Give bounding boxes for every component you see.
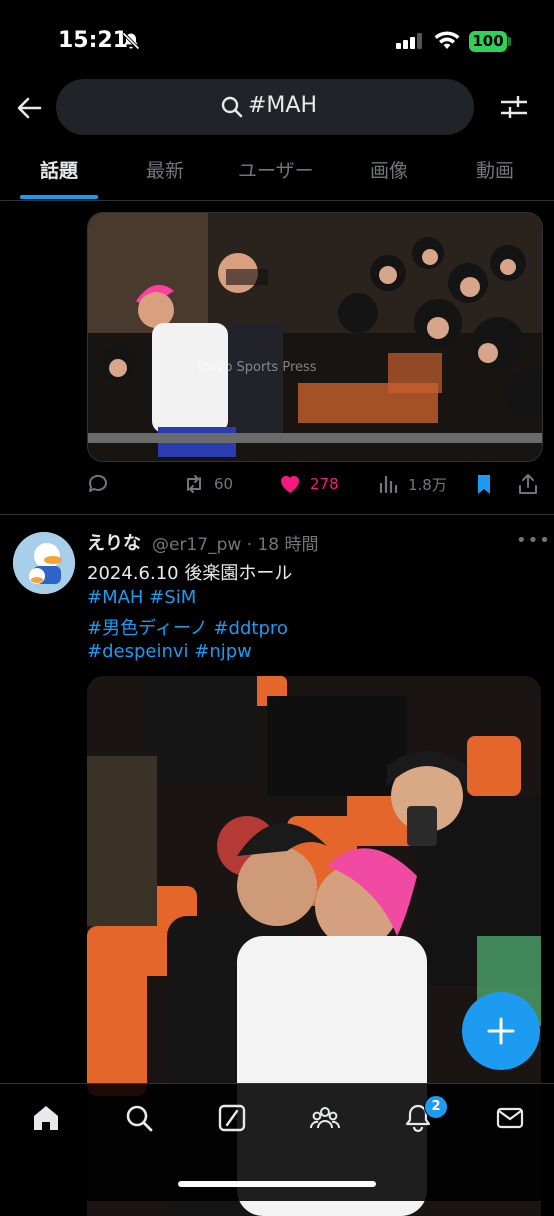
notification-badge: 2 bbox=[424, 1095, 448, 1119]
bar-chart-icon bbox=[379, 475, 398, 494]
home-icon[interactable] bbox=[30, 1102, 62, 1134]
communities-icon[interactable] bbox=[309, 1102, 341, 1134]
share-icon bbox=[519, 474, 537, 494]
bookmark-icon bbox=[478, 475, 490, 494]
avatar-image bbox=[13, 532, 75, 594]
hashtag-line[interactable]: #男色ディーノ #ddtpro bbox=[87, 614, 288, 640]
post-image[interactable]: Tokyo Sports Press bbox=[87, 212, 543, 462]
retweet-icon bbox=[187, 475, 201, 493]
reply-button[interactable] bbox=[86, 470, 118, 498]
clock: 15:21 bbox=[58, 28, 129, 53]
tab-latest[interactable]: 最新 bbox=[146, 156, 184, 183]
filter-settings-icon[interactable] bbox=[498, 92, 530, 122]
grok-icon[interactable] bbox=[216, 1102, 248, 1134]
hashtag-line[interactable]: #MAH #SiM bbox=[87, 587, 196, 608]
retweet-button[interactable]: 60 bbox=[182, 470, 233, 498]
bell-slash-icon bbox=[122, 32, 140, 50]
divider bbox=[0, 514, 554, 515]
author-handle-time[interactable]: @er17_pw · 18 時間 bbox=[152, 530, 319, 555]
more-options-icon[interactable]: ••• bbox=[516, 530, 551, 551]
messages-mail-icon[interactable] bbox=[494, 1102, 526, 1134]
post-actions: 60 278 1.8万 bbox=[86, 470, 546, 500]
search-input[interactable]: #MAH bbox=[56, 79, 474, 135]
wifi-icon bbox=[434, 31, 460, 49]
like-button[interactable]: 278 bbox=[278, 470, 339, 498]
post-text-line: 2024.6.10 後楽園ホール bbox=[87, 563, 293, 584]
share-button[interactable] bbox=[516, 470, 548, 498]
author-name[interactable]: えりな bbox=[87, 529, 141, 555]
back-arrow-icon[interactable] bbox=[14, 93, 44, 123]
status-bar: 15:21 100 bbox=[0, 0, 554, 80]
avatar[interactable] bbox=[13, 532, 75, 594]
compose-button[interactable] bbox=[462, 992, 540, 1070]
view-count: 1.8万 bbox=[408, 475, 447, 494]
home-indicator[interactable] bbox=[178, 1181, 376, 1187]
crowd-photo: Tokyo Sports Press bbox=[88, 213, 542, 461]
tab-top[interactable]: 話題 bbox=[40, 156, 78, 183]
heart-icon bbox=[281, 476, 299, 493]
cellular-signal-icon bbox=[396, 33, 422, 49]
tab-images[interactable]: 画像 bbox=[370, 156, 408, 183]
photo-watermark: Tokyo Sports Press bbox=[195, 360, 317, 375]
search-query: #MAH bbox=[248, 93, 318, 118]
hashtag-line[interactable]: #despeinvi #njpw bbox=[87, 641, 252, 662]
active-tab-indicator bbox=[20, 195, 98, 199]
battery-indicator: 100 bbox=[469, 31, 507, 52]
reply-icon bbox=[88, 474, 107, 492]
search-tabs: 話題 最新 ユーザー 画像 動画 bbox=[0, 140, 554, 201]
bookmark-button[interactable] bbox=[472, 470, 504, 498]
like-count: 278 bbox=[310, 475, 339, 493]
retweet-count: 60 bbox=[214, 475, 234, 493]
tab-videos[interactable]: 動画 bbox=[476, 156, 514, 183]
views-button[interactable]: 1.8万 bbox=[376, 470, 447, 498]
search-icon[interactable] bbox=[123, 1102, 155, 1134]
battery-tip bbox=[508, 37, 511, 46]
tab-users[interactable]: ユーザー bbox=[238, 156, 314, 183]
plus-icon bbox=[487, 1017, 515, 1045]
search-icon bbox=[221, 96, 243, 118]
